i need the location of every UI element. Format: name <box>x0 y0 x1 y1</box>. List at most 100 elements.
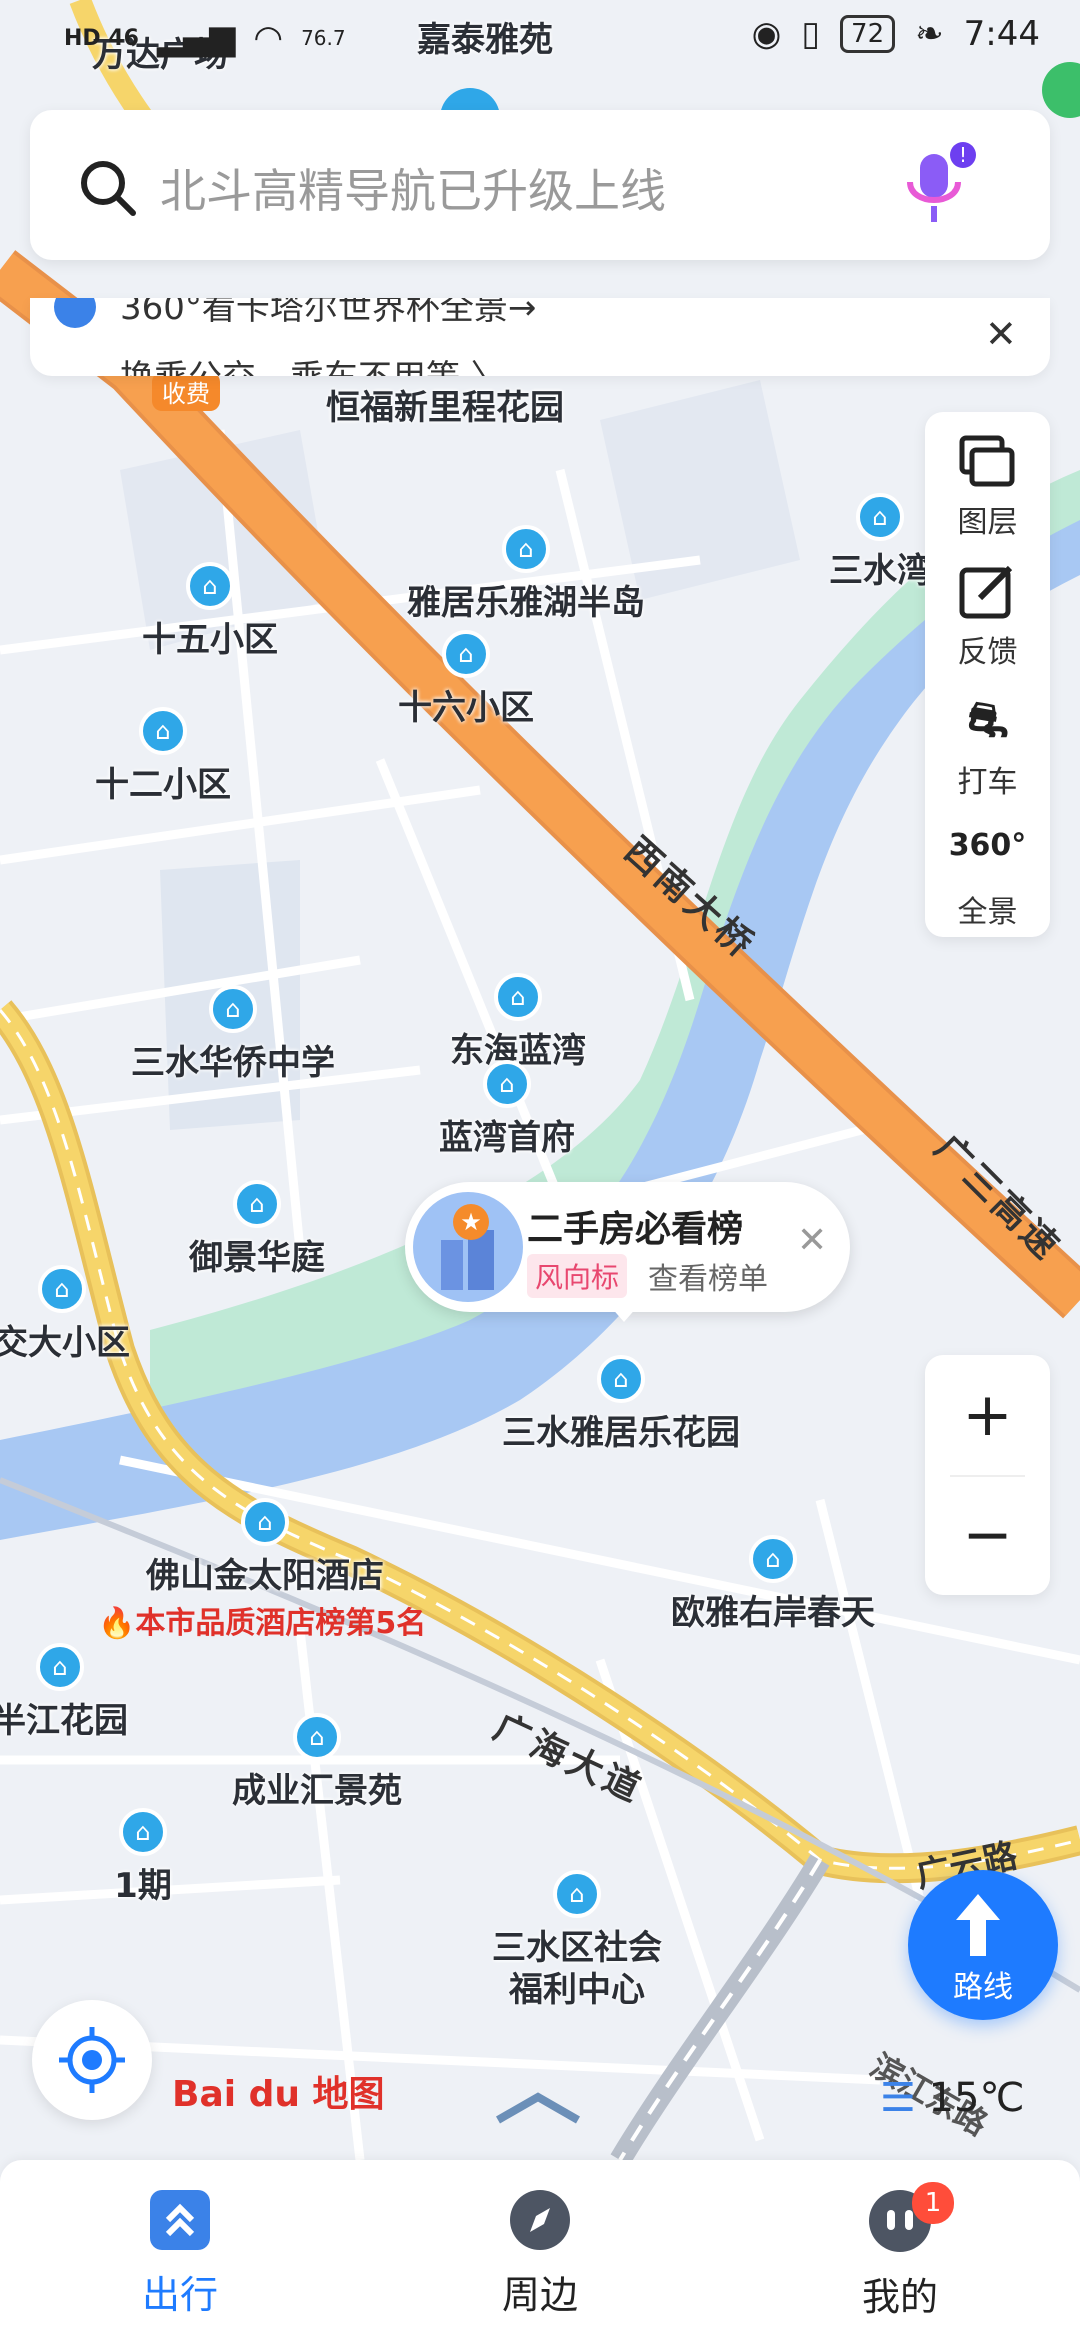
poi-label: 成业汇景苑 <box>232 1771 402 1811</box>
chevron-up-icon <box>496 2092 580 2124</box>
route-label: 路线 <box>953 1970 1013 2005</box>
poi-marker[interactable]: ⌂ 成业汇景苑 <box>167 1713 467 1812</box>
poi-label: 三水雅居乐花园 <box>502 1413 740 1453</box>
weather-icon: ☰ <box>880 2075 916 2121</box>
poi-label: 佛山金太阳酒店 <box>146 1556 384 1596</box>
poi-label: 三水华侨中学 <box>131 1043 335 1083</box>
layers-label: 图层 <box>957 505 1018 540</box>
taxi-label: 打车 <box>957 765 1018 800</box>
feedback-button[interactable]: 反馈 <box>925 542 1050 672</box>
popup-title: 二手房必看榜 <box>527 1209 744 1250</box>
poi-marker[interactable]: ⌂ 三水区社会 <box>427 1870 727 1969</box>
poi-marker[interactable]: ⌂ 十六小区 <box>316 630 616 729</box>
poi-marker[interactable]: ⌂ 蓝湾首府 <box>357 1060 657 1159</box>
search-bar[interactable]: 北斗高精导航已升级上线 ! <box>30 110 1050 260</box>
poi-label: 蓝湾首府 <box>439 1118 575 1158</box>
second-hand-house-popup[interactable]: ★ 二手房必看榜 风向标 查看榜单 ✕ <box>405 1182 850 1312</box>
poi-pin-icon: ⌂ <box>483 1060 531 1108</box>
vibrate-icon: ▯ <box>801 14 821 54</box>
status-bar: HD 46 ▂▄▆ ◠ 76.7 ◉ ▯ 72 ❧ 7:44 <box>0 0 1080 80</box>
travel-icon <box>150 2190 210 2250</box>
tab-nearby-label: 周边 <box>501 2273 578 2317</box>
leaf-icon: ❧ <box>915 14 944 54</box>
tab-mine-label: 我的 <box>861 2275 938 2319</box>
poi-pin-icon: ⌂ <box>186 562 234 610</box>
poi-label: 十二小区 <box>95 765 231 805</box>
poi-marker[interactable]: ⌂ 三水雅居乐花园 <box>471 1355 771 1454</box>
weather-temp: 15℃ <box>928 2075 1025 2121</box>
feedback-label: 反馈 <box>957 635 1018 670</box>
notice-icon <box>54 298 96 328</box>
poi-label: 十六小区 <box>398 688 534 728</box>
network-indicator: HD 46 <box>64 25 139 51</box>
poi-marker[interactable]: ⌂ 十二小区 <box>13 707 313 806</box>
panorama-label: 全景 <box>957 895 1018 930</box>
poi-pin-icon: ⌂ <box>38 1265 86 1313</box>
notice-line-2[interactable]: 换乘公交，乘车不用等 〉 <box>120 350 505 376</box>
tab-mine[interactable]: 1 我的 <box>800 2182 1000 2321</box>
locate-button[interactable] <box>32 2000 152 2120</box>
poi-label: 1期 <box>114 1866 172 1906</box>
battery-icon: 72 <box>840 15 896 53</box>
net-speed: 76.7 <box>301 26 346 50</box>
baidu-logo: Bai du 地图 <box>172 2074 385 2115</box>
zoom-divider <box>950 1475 1025 1477</box>
poi-marker[interactable]: 福利中心 <box>427 1962 727 2011</box>
poi-pin-icon: ⌂ <box>241 1498 289 1546</box>
taxi-icon: ⛐ <box>967 692 1009 748</box>
zoom-in-button[interactable]: + <box>925 1365 1050 1465</box>
fire-icon: 🔥 <box>98 1606 136 1641</box>
poi-label: 欧雅右岸春天 <box>671 1593 875 1633</box>
popup-link[interactable]: 查看榜单 <box>648 1254 768 1298</box>
notice-line-1[interactable]: 360°看卡塔尔世界杯全景→ <box>120 298 536 329</box>
poi-pin-icon: ⌂ <box>502 525 550 573</box>
voice-icon[interactable]: ! <box>900 142 976 228</box>
panorama-icon: 360° <box>948 828 1027 863</box>
popup-tag: 风向标 <box>527 1254 628 1298</box>
poi-marker[interactable]: ⌂ 1期 <box>0 1808 293 1907</box>
poi-marker[interactable]: ⌂ 交大小区 <box>0 1265 212 1364</box>
panorama-button[interactable]: 360° 全景 <box>925 802 1050 932</box>
poi-marker[interactable]: ⌂ 雅居乐雅湖半岛 <box>376 525 676 624</box>
wifi-icon: ◠ <box>253 18 284 58</box>
poi-pin-icon: ⌂ <box>233 1180 281 1228</box>
poi-marker[interactable]: ⌂ 欧雅右岸春天 <box>623 1535 923 1634</box>
poi-pin-icon: ⌂ <box>119 1808 167 1856</box>
poi-pin-icon: ⌂ <box>139 707 187 755</box>
toll-label: 收费 <box>152 372 220 411</box>
poi-pin-icon: ⌂ <box>597 1355 645 1403</box>
poi-marker[interactable]: ⌂ 佛山金太阳酒店 <box>115 1498 415 1597</box>
location-icon: ◉ <box>751 14 782 54</box>
hotel-rank-label: 🔥本市品质酒店榜第5名 <box>98 1606 427 1641</box>
edit-icon <box>959 565 1013 619</box>
popup-pointer <box>610 1306 638 1322</box>
poi-pin-icon: ⌂ <box>856 493 904 541</box>
poi-marker[interactable]: ⌂ 十五小区 <box>60 562 360 661</box>
clock: 7:44 <box>963 14 1040 54</box>
notice-bar[interactable]: 360°看卡塔尔世界杯全景→ 换乘公交，乘车不用等 〉 ✕ <box>30 298 1050 376</box>
poi-pin-icon: ⌂ <box>209 985 257 1033</box>
search-input[interactable]: 北斗高精导航已升级上线 <box>160 155 666 221</box>
notice-close-icon[interactable]: ✕ <box>985 312 1017 356</box>
route-arrow-icon <box>956 1894 1000 1956</box>
search-icon <box>81 161 136 216</box>
tab-travel[interactable]: 出行 <box>80 2190 280 2319</box>
poi-pin-icon: ⌂ <box>749 1535 797 1583</box>
poi-marker[interactable]: ⌂ 东海蓝湾 <box>368 973 668 1072</box>
route-button[interactable]: 路线 <box>908 1870 1058 2020</box>
layers-button[interactable]: 图层 <box>925 412 1050 542</box>
poi-label: 雅居乐雅湖半岛 <box>407 583 645 623</box>
poi-pin-icon: ⌂ <box>553 1870 601 1918</box>
poi-pin-icon: ⌂ <box>494 973 542 1021</box>
taxi-button[interactable]: ⛐ 打车 <box>925 672 1050 802</box>
weather[interactable]: ☰ 15℃ <box>880 2075 1024 2121</box>
poi-marker[interactable]: ⌂ 三水华侨中学 <box>83 985 383 1084</box>
notification-badge: 1 <box>912 2182 954 2224</box>
tab-nearby[interactable]: 周边 <box>440 2190 640 2319</box>
crosshair-icon <box>59 2027 125 2093</box>
zoom-out-button[interactable]: − <box>925 1485 1050 1585</box>
poi-marker[interactable]: 恒福新里程花园 <box>295 380 595 429</box>
popup-close-icon[interactable]: ✕ <box>797 1220 827 1261</box>
poi-pin-icon: ⌂ <box>36 1643 84 1691</box>
poi-label: 十五小区 <box>142 620 278 660</box>
